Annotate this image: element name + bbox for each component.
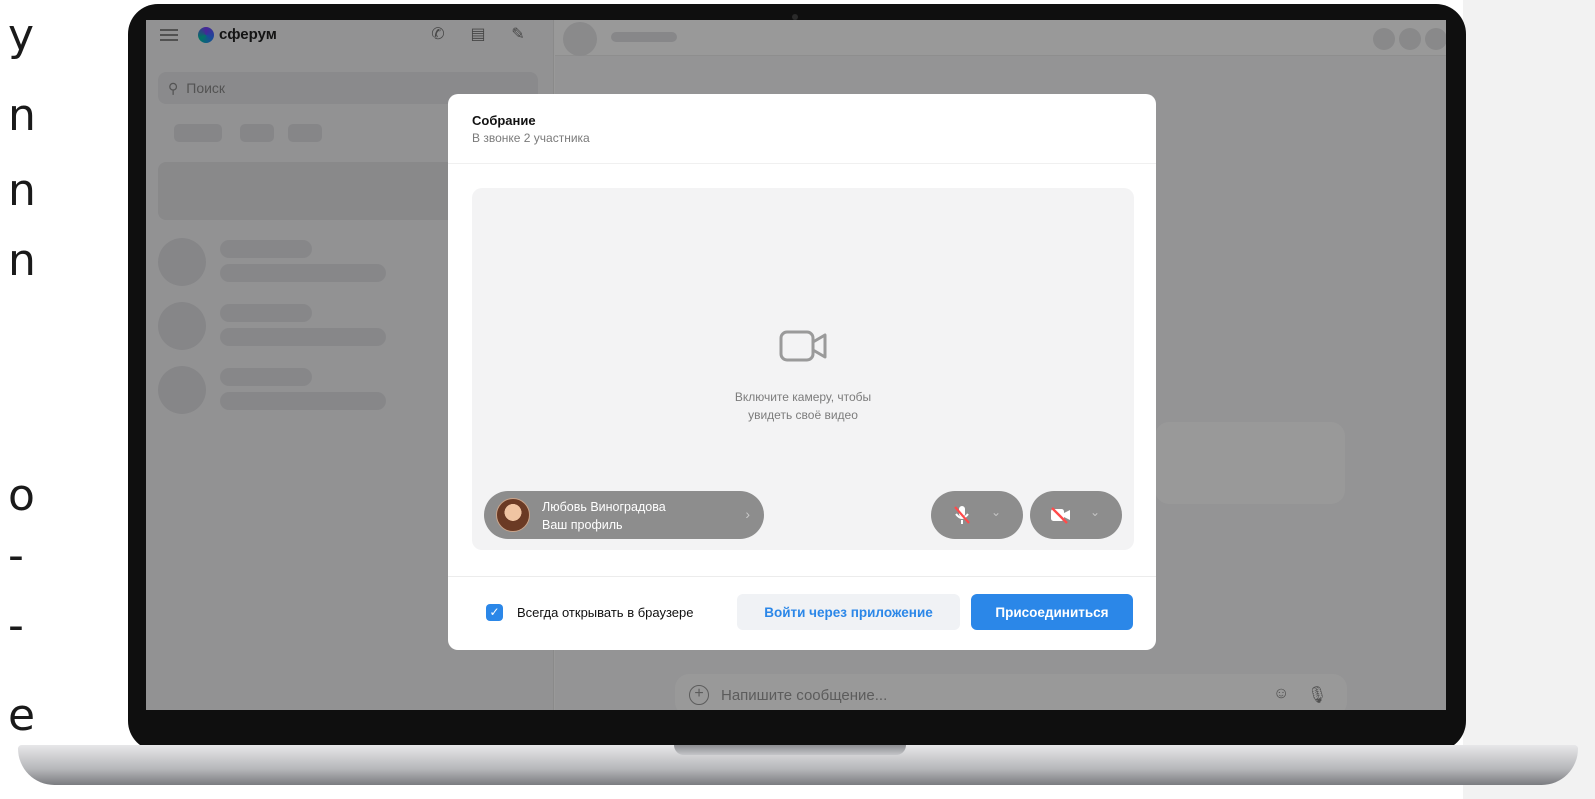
open-via-app-button[interactable]: Войти через приложение [737, 594, 960, 630]
avatar [496, 498, 530, 532]
text-fragment: o [8, 470, 35, 521]
laptop-screen: сферум ✆ ▤ ✎ ⚲ Поиск + Напишите сообщени… [146, 20, 1446, 710]
profile-chip[interactable]: Любовь Виноградова Ваш профиль › [484, 491, 764, 539]
profile-name: Любовь Виноградова [542, 500, 666, 514]
chevron-down-icon[interactable]: ⌄ [991, 505, 1001, 519]
chevron-down-icon[interactable]: ⌄ [1090, 505, 1100, 519]
laptop-notch [674, 745, 906, 755]
text-fragment: n [8, 235, 36, 286]
text-fragment: n [8, 90, 36, 141]
laptop-base [18, 745, 1578, 785]
participant-count: В звонке 2 участника [472, 131, 590, 145]
camera-icon [779, 330, 827, 362]
checkbox-label: Всегда открывать в браузере [517, 605, 694, 620]
join-call-dialog: Собрание В звонке 2 участника Включите к… [448, 94, 1156, 650]
camera-hint-line: увидеть своё видео [748, 408, 858, 422]
chevron-right-icon: › [745, 506, 750, 522]
camera-off-icon [1051, 507, 1070, 524]
video-preview: Включите камеру, чтобы увидеть своё виде… [472, 188, 1134, 550]
text-fragment: - [8, 600, 24, 651]
text-fragment: e [8, 690, 36, 741]
page-background-strip [1463, 0, 1595, 799]
divider [448, 576, 1156, 577]
microphone-toggle[interactable]: ⌄ [931, 491, 1023, 539]
page-text-fragments: y n n n o - - e [0, 0, 60, 799]
mic-off-icon [954, 506, 970, 524]
camera-toggle[interactable]: ⌄ [1030, 491, 1122, 539]
open-in-browser-checkbox[interactable]: ✓ [486, 604, 503, 621]
join-button[interactable]: Присоединиться [971, 594, 1133, 630]
text-fragment: n [8, 165, 36, 216]
camera-hint-line: Включите камеру, чтобы [734, 390, 872, 404]
dialog-title: Собрание [472, 113, 536, 128]
divider [448, 163, 1156, 164]
text-fragment: - [8, 530, 24, 581]
profile-label: Ваш профиль [542, 518, 623, 532]
text-fragment: y [8, 10, 35, 61]
